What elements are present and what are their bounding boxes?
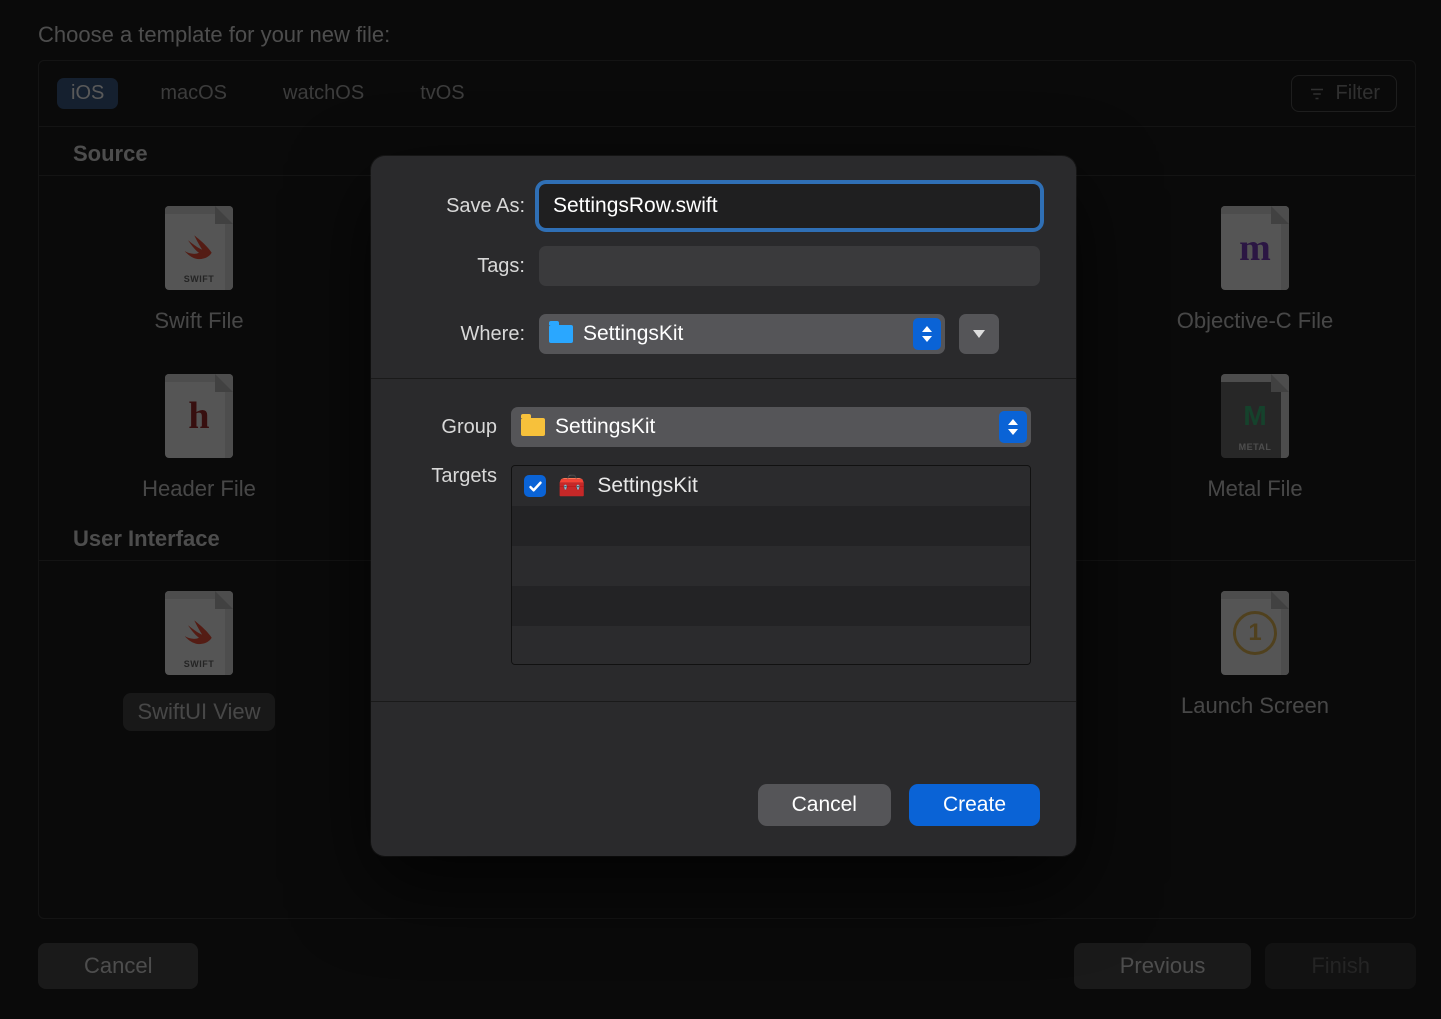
sheet-create-button[interactable]: Create <box>909 784 1040 826</box>
tab-macos[interactable]: macOS <box>146 78 241 109</box>
group-popup[interactable]: SettingsKit <box>511 407 1031 447</box>
template-prompt: Choose a template for your new file: <box>38 22 390 48</box>
target-name: SettingsKit <box>597 474 697 498</box>
template-label: Metal File <box>1207 476 1302 502</box>
template-label: SwiftUI View <box>123 693 274 731</box>
finish-button: Finish <box>1265 943 1416 989</box>
template-label: Launch Screen <box>1181 693 1329 719</box>
filter-icon <box>1308 85 1326 103</box>
template-label: Swift File <box>154 308 243 334</box>
save-as-label: Save As: <box>371 195 539 218</box>
tab-tvos[interactable]: tvOS <box>406 78 478 109</box>
template-objc-file[interactable]: m Objective-C File <box>1155 206 1355 334</box>
target-row[interactable]: 🧰 SettingsKit <box>512 466 1030 506</box>
platform-tabbar: iOS macOS watchOS tvOS Filter <box>39 61 1415 127</box>
launch-screen-icon: 1 <box>1221 591 1289 675</box>
expand-browser-button[interactable] <box>959 314 999 354</box>
tab-watchos[interactable]: watchOS <box>269 78 378 109</box>
where-popup[interactable]: SettingsKit <box>539 314 945 354</box>
sheet-cancel-button[interactable]: Cancel <box>758 784 891 826</box>
previous-button[interactable]: Previous <box>1074 943 1252 989</box>
tags-input[interactable] <box>539 246 1040 286</box>
objc-file-icon: m <box>1221 206 1289 290</box>
template-swift-file[interactable]: SWIFT Swift File <box>99 206 299 334</box>
filter-placeholder: Filter <box>1336 82 1380 105</box>
group-value: SettingsKit <box>555 415 655 439</box>
template-header-file[interactable]: h Header File <box>99 374 299 502</box>
folder-icon <box>521 418 545 436</box>
popup-stepper-icon <box>913 318 941 350</box>
filter-field[interactable]: Filter <box>1291 75 1397 112</box>
group-label: Group <box>371 416 511 439</box>
template-metal-file[interactable]: MMETAL Metal File <box>1155 374 1355 502</box>
save-sheet: Save As: Tags: Where: SettingsKit Group … <box>371 156 1076 856</box>
template-label: Header File <box>142 476 256 502</box>
briefcase-icon: 🧰 <box>558 473 585 499</box>
cancel-button[interactable]: Cancel <box>38 943 198 989</box>
header-file-icon: h <box>165 374 233 458</box>
template-swiftui-view[interactable]: SWIFT SwiftUI View <box>99 591 299 731</box>
folder-icon <box>549 325 573 343</box>
template-label: Objective-C File <box>1177 308 1333 334</box>
where-label: Where: <box>371 323 539 346</box>
save-as-input[interactable] <box>539 184 1040 228</box>
metal-file-icon: MMETAL <box>1221 374 1289 458</box>
popup-stepper-icon <box>999 411 1027 443</box>
targets-label: Targets <box>371 465 511 488</box>
target-checkbox[interactable] <box>524 475 546 497</box>
tab-ios[interactable]: iOS <box>57 78 118 109</box>
tags-label: Tags: <box>371 255 539 278</box>
targets-list: 🧰 SettingsKit <box>511 465 1031 665</box>
swiftui-view-icon: SWIFT <box>165 591 233 675</box>
where-value: SettingsKit <box>583 322 683 346</box>
swift-file-icon: SWIFT <box>165 206 233 290</box>
template-launch-screen[interactable]: 1 Launch Screen <box>1155 591 1355 731</box>
